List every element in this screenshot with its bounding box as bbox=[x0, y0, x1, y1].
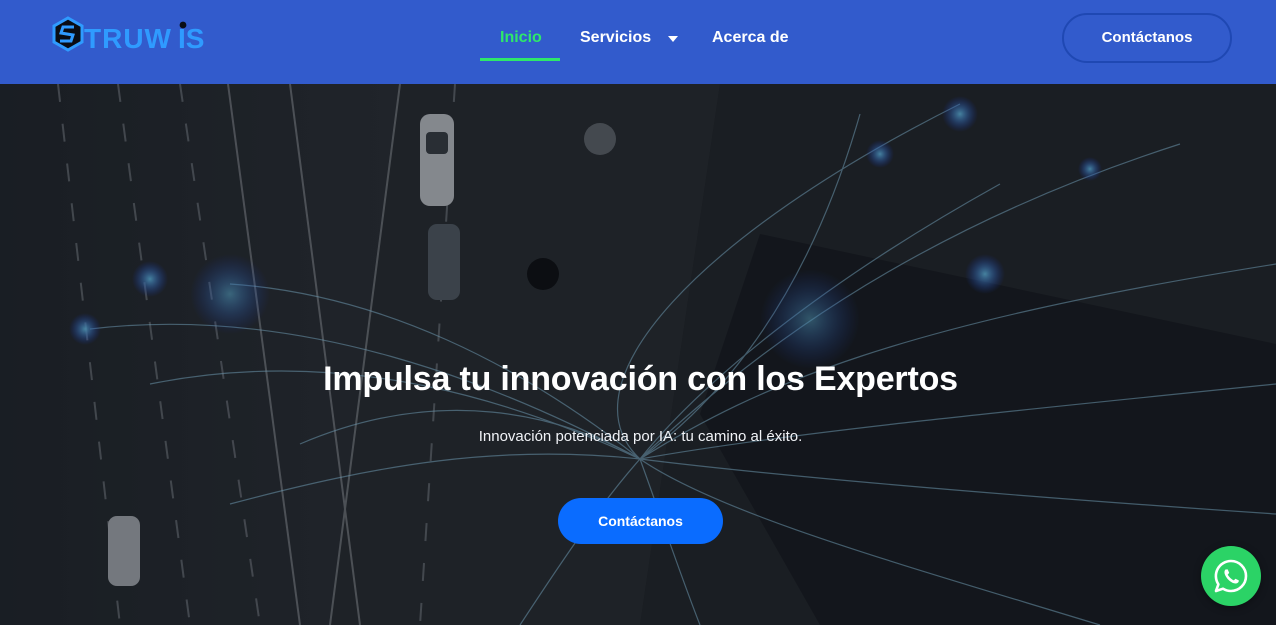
svg-text:TRUW: TRUW bbox=[84, 23, 172, 54]
brand-logo[interactable]: TRUW IS bbox=[52, 16, 222, 58]
header-contact-button[interactable]: Contáctanos bbox=[1062, 13, 1232, 63]
nav-item-servicios-label: Servicios bbox=[580, 29, 652, 47]
nav-item-inicio[interactable]: Inicio bbox=[500, 28, 542, 48]
hero-section: Impulsa tu innovación con los Expertos I… bbox=[0, 84, 1276, 625]
nav-item-acerca-de[interactable]: Acerca de bbox=[712, 28, 789, 48]
hero-subtitle: Innovación potenciada por IA: tu camino … bbox=[478, 428, 803, 445]
active-nav-indicator bbox=[480, 58, 560, 61]
hero-title: Impulsa tu innovación con los Expertos bbox=[323, 360, 958, 398]
whatsapp-button[interactable] bbox=[1201, 546, 1261, 606]
svg-text:IS: IS bbox=[178, 23, 204, 54]
caret-down-icon bbox=[667, 28, 678, 48]
whatsapp-icon bbox=[1214, 559, 1248, 593]
site-header: TRUW IS Inicio Servicios Acerca de Contá… bbox=[0, 0, 1276, 84]
nav-item-servicios[interactable]: Servicios bbox=[580, 28, 678, 48]
hero-contact-button[interactable]: Contáctanos bbox=[558, 498, 723, 544]
